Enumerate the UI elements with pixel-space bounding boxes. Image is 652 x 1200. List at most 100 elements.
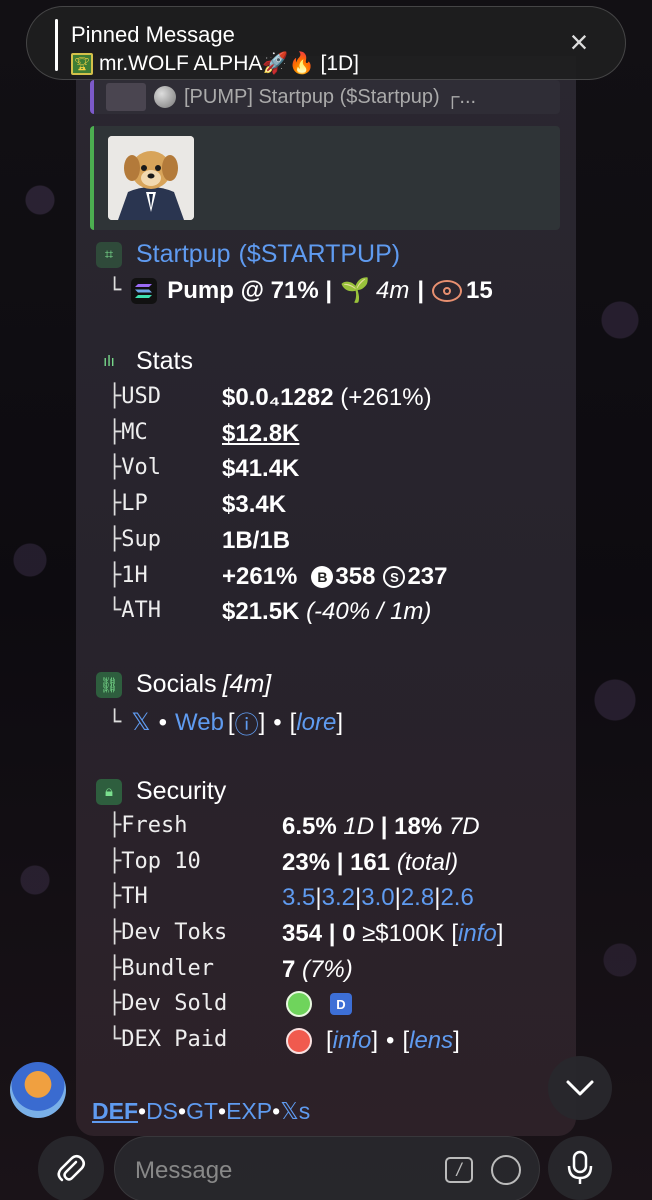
bracket: ] [496,920,504,947]
trophy-icon: 🏆︎ [71,53,93,75]
bracket: ] [336,708,344,736]
fresh-7d-unit: 7D [448,813,480,840]
sec-label-devtoks: Dev Toks [121,920,228,945]
pinned-subtitle: mr.WOLF ALPHA🚀🔥 [1D] [99,52,360,75]
separator-dot: • [178,1098,187,1124]
token-ticker[interactable]: ($STARTPUP) [239,240,401,269]
dexpaid-info-link[interactable]: info [333,1027,372,1055]
stat-value-1h: +261% [222,563,298,590]
view-count: 15 [466,276,493,304]
th-holder-link[interactable]: 3.0 [361,884,394,911]
devtoks-value: 354 | 0 [282,920,356,947]
top10-value: 23% | 161 [282,849,391,876]
separator-dot: • [158,708,167,736]
paperclip-icon [57,1155,85,1182]
stat-label-mc: MC [121,420,148,445]
sec-label-bundler: Bundler [121,956,214,981]
scan-icon: ⌗ [96,241,122,268]
buys-icon: B [311,566,334,588]
attach-button[interactable] [38,1136,104,1200]
link-icon: ⛓ [96,671,122,698]
stat-label-vol: Vol [121,455,161,480]
token-age: 4m [375,276,410,304]
footer-link-def[interactable]: DEF [92,1098,138,1125]
voice-record-button[interactable] [548,1136,612,1200]
stat-label-sup: Sup [121,527,161,552]
top10-total: (total) [396,849,459,876]
x-link[interactable]: 𝕏 [131,708,150,737]
pinned-title: Pinned Message [71,22,235,47]
devtoks-info-link[interactable]: info [458,920,497,947]
commands-icon[interactable]: / [445,1157,473,1183]
tree-branch: ├ [108,491,122,516]
info-icon[interactable]: ⓘ [235,705,259,740]
dexpaid-lens-link[interactable]: lens [409,1027,453,1055]
message-placeholder: Message [135,1157,233,1184]
fresh-1d-value: 6.5% [282,813,337,840]
separator-dot: • [273,708,282,736]
lock-icon: 🔒︎ [96,778,122,805]
token-name-link[interactable]: Startpup [136,240,231,269]
tree-branch: └ [108,1027,122,1052]
th-holder-link[interactable]: 2.6 [440,884,473,911]
stat-label-ath: ATH [121,598,161,623]
buys-count: 358 [335,563,376,590]
stat-change-ath: (-40% / 1m) [306,598,432,625]
stat-value-ath: $21.5K [222,598,300,625]
stat-value-mc[interactable]: $12.8K [222,420,299,447]
sticker-icon[interactable] [491,1155,521,1185]
footer-link-gt[interactable]: GT [186,1098,218,1125]
sec-label-th: TH [121,884,148,909]
tree-branch: ├ [108,884,122,909]
fresh-1d-unit: 1D [343,813,375,840]
bracket: ] [258,708,266,736]
pinned-message-bar[interactable]: Pinned Message 🏆︎ mr.WOLF ALPHA🚀🔥 [1D] × [26,6,626,80]
microphone-icon [567,1150,593,1184]
tree-branch: ├ [108,991,122,1016]
close-icon[interactable]: × [563,26,595,59]
stats-title: Stats [136,347,193,375]
green-status-icon [286,991,312,1017]
tree-branch: ├ [108,563,122,588]
composer: Message / [0,1130,652,1200]
eye-icon [432,279,463,302]
separator-dot: • [272,1098,281,1124]
sec-label-dexpaid: DEX Paid [121,1027,228,1052]
platform-progress: Pump @ 71% | [167,276,333,304]
footer-link-exp[interactable]: EXP [226,1098,272,1125]
solana-icon [131,277,158,304]
message-input[interactable]: Message / [114,1136,540,1200]
stat-value-vol: $41.4K [222,455,300,482]
pinned-indicator [55,19,58,71]
th-holder-link[interactable]: 3.5 [282,884,315,911]
separator: | [380,813,388,840]
tree-branch: ├ [108,956,122,981]
tree-branch: ├ [108,420,122,445]
chevron-down-icon [566,1080,594,1096]
bundler-percent: (7%) [302,956,353,983]
socials-age: [4m] [222,670,272,698]
tree-branch: ├ [108,920,122,945]
stat-value-lp: $3.4K [222,491,287,518]
sells-icon: S [383,566,406,588]
footer-link-ds[interactable]: DS [146,1098,178,1125]
tree-branch: ├ [108,527,122,552]
th-holder-link[interactable]: 3.2 [322,884,355,911]
footer-link-xs[interactable]: 𝕏s [280,1098,310,1125]
sec-label-top10: Top 10 [121,849,201,874]
scroll-down-button[interactable] [548,1056,612,1120]
sprout-icon: 🌱 [340,277,370,304]
stat-label-usd: USD [121,384,161,409]
lore-link[interactable]: lore [296,709,336,737]
separator-dot: • [386,1027,395,1054]
dev-badge[interactable]: D [330,993,352,1015]
tree-branch: ├ [108,813,122,838]
tree-branch: └ [108,598,122,623]
tree-branch: ├ [108,455,122,480]
bundler-value: 7 [282,956,296,983]
separator-dot: • [138,1098,147,1124]
avatar[interactable] [10,1062,66,1118]
tree-branch: ├ [108,849,122,874]
th-holder-link[interactable]: 2.8 [401,884,434,911]
web-link[interactable]: Web [175,709,224,737]
